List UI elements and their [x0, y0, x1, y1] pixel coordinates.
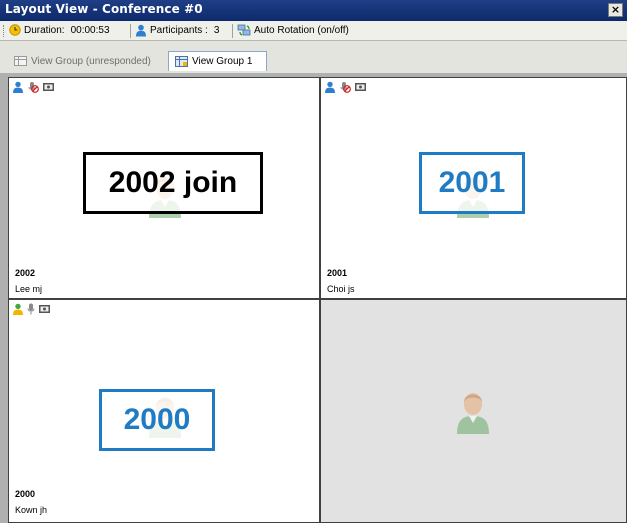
video-icon: [42, 81, 55, 93]
mic-icon: [27, 303, 35, 315]
duration-label: Duration:: [24, 24, 65, 36]
auto-rotation-label: Auto Rotation (on/off): [254, 25, 349, 36]
user-icon: [12, 81, 24, 93]
participant-tile[interactable]: 2001 2001 Choi js: [320, 77, 627, 299]
close-button[interactable]: ×: [608, 3, 623, 17]
tab-bar: View Group (unresponded) View Group 1: [0, 41, 627, 73]
participants-item: Participants : 3: [135, 24, 219, 37]
video-grid: 2002 join 2002 Lee mj 2001 2001 Choi js …: [0, 73, 627, 523]
participant-overlay-label: 2002 join: [83, 152, 263, 214]
title-bar: Layout View - Conference #0 ×: [0, 0, 627, 21]
tile-status-icons: [12, 81, 55, 93]
participant-overlay-label: 2001: [419, 152, 525, 214]
tab-view-group-1[interactable]: View Group 1: [168, 51, 267, 71]
user-icon: [324, 81, 336, 93]
window-title: Layout View - Conference #0: [5, 2, 203, 16]
tab-label: View Group (unresponded): [31, 55, 151, 67]
participant-id: 2001: [327, 268, 348, 278]
toolbar-grip[interactable]: [3, 25, 6, 37]
empty-tile[interactable]: [320, 299, 627, 523]
participant-overlay-label: 2000: [99, 389, 215, 451]
user-speaking-icon: [12, 303, 24, 315]
participants-count: 3: [213, 25, 220, 36]
toolbar-separator: [232, 24, 233, 38]
tile-status-icons: [12, 303, 51, 315]
grid-icon: [175, 56, 188, 67]
toolbar: Duration: 00:00:53 Participants : 3 Auto…: [0, 21, 627, 41]
tile-status-icons: [324, 81, 367, 93]
participants-icon: [135, 24, 147, 37]
grid-icon: [14, 56, 27, 66]
mic-muted-icon: [339, 81, 351, 93]
participants-label: Participants :: [150, 25, 208, 36]
participant-tile[interactable]: 2000 2000 Kown jh: [8, 299, 320, 523]
duration-value: 00:00:53: [70, 24, 110, 36]
rotation-icon: [237, 24, 251, 37]
participant-id: 2000: [15, 489, 36, 499]
participant-tile[interactable]: 2002 join 2002 Lee mj: [8, 77, 320, 299]
participant-name: Lee mj: [15, 284, 43, 294]
video-icon: [38, 303, 51, 315]
avatar: [455, 390, 491, 434]
duration-item: Duration: 00:00:53: [9, 24, 110, 36]
clock-icon: [9, 24, 21, 36]
tab-label: View Group 1: [192, 56, 253, 67]
participant-name: Choi js: [327, 284, 355, 294]
auto-rotation-button[interactable]: Auto Rotation (on/off): [237, 24, 349, 37]
toolbar-separator: [130, 24, 131, 38]
video-icon: [354, 81, 367, 93]
mic-muted-icon: [27, 81, 39, 93]
tab-view-group-unresponded[interactable]: View Group (unresponded): [8, 51, 157, 71]
participant-name: Kown jh: [15, 505, 48, 515]
participant-id: 2002: [15, 268, 36, 278]
